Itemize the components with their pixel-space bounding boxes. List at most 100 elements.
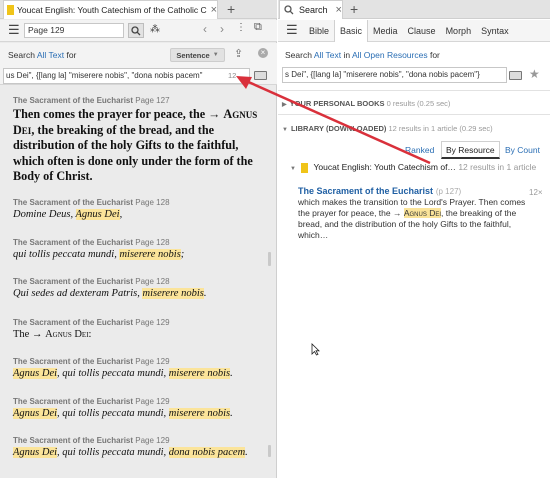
paragraph-text-rest: , the breaking of the bread, and the dis… xyxy=(13,122,253,184)
star-icon[interactable]: ★ xyxy=(529,67,540,81)
reference-page: Page 128 xyxy=(135,198,170,207)
result-reference[interactable]: The Sacrament of the Eucharist Page 129 xyxy=(13,436,170,445)
personal-books-header[interactable]: ▶ YOUR PERSONAL BOOKS 0 results (0.25 sec… xyxy=(282,99,450,108)
left-toolbar: ☰ Page 129 ⁂ ‹ › ⋮ ⧉ xyxy=(0,20,277,42)
visual-filter-icon[interactable]: ⁂ xyxy=(150,24,160,35)
page-field[interactable]: Page 129 xyxy=(24,23,124,38)
left-search-input[interactable]: us Dei", {[lang la] "miserere nobis", "d… xyxy=(3,68,250,84)
document-tab[interactable]: Youcat English: Youth Catechism of the C… xyxy=(3,0,218,19)
sentence-label: Sentence xyxy=(176,50,210,60)
result-verse: Domine Deus, Agnus Dei, xyxy=(13,209,122,220)
hamburger-menu-icon[interactable]: ☰ xyxy=(286,22,298,38)
verse-text: , qui tollis peccata mundi, xyxy=(57,368,169,379)
by-resource-button[interactable]: By Resource xyxy=(441,141,500,159)
result-reference[interactable]: The Sacrament of the Eucharist Page 127 xyxy=(13,96,170,105)
left-tab-bar: Youcat English: Youth Catechism of the C… xyxy=(0,0,277,19)
divider xyxy=(278,90,550,91)
verse-text: qui tollis peccata mundi, xyxy=(13,249,120,260)
resource-group-row[interactable]: ▼ Youcat English: Youth Catechism of… 12… xyxy=(290,162,536,173)
result-verse: Agnus Dei, qui tollis peccata mundi, mis… xyxy=(13,368,233,379)
personal-books-meta: 0 results (0.25 sec) xyxy=(386,99,451,108)
hamburger-menu-icon[interactable]: ☰ xyxy=(8,22,20,38)
new-tab-plus-icon[interactable]: + xyxy=(350,1,358,17)
all-open-resources-link[interactable]: All Open Resources xyxy=(352,50,428,60)
search-in-resource-icon[interactable] xyxy=(128,23,144,38)
tab-syntax[interactable]: Syntax xyxy=(476,20,514,42)
search-label-prefix: Search xyxy=(8,50,35,60)
snippet-line: which… xyxy=(298,230,329,240)
reference-title: The Sacrament of the Eucharist xyxy=(13,436,134,445)
reference-title: The Sacrament of the Eucharist xyxy=(13,357,134,366)
agnus-dei-link[interactable]: Agnus Dei xyxy=(45,329,88,340)
chevron-right-icon: ▶ xyxy=(282,102,287,108)
tab-basic[interactable]: Basic xyxy=(334,19,369,42)
verse-punct: , xyxy=(119,209,123,220)
verse-text: The → xyxy=(13,329,46,340)
reading-scrollbar-thumb[interactable] xyxy=(268,252,271,266)
resource-title: Youcat English: Youth Catechism of… xyxy=(313,162,456,172)
reference-page: Page 127 xyxy=(135,96,170,105)
result-verse: The → Agnus Dei: xyxy=(13,329,91,340)
new-tab-plus-icon[interactable]: + xyxy=(227,1,235,17)
keyboard-icon[interactable] xyxy=(509,71,522,80)
all-text-link[interactable]: All Text xyxy=(314,50,341,60)
library-header[interactable]: ▼ LIBRARY (DOWNLOADED) 12 results in 1 ar… xyxy=(282,124,493,133)
forward-arrow-icon[interactable]: › xyxy=(220,22,224,36)
keyboard-icon[interactable] xyxy=(254,71,267,80)
all-text-link[interactable]: All Text xyxy=(37,50,64,60)
back-arrow-icon[interactable]: ‹ xyxy=(203,22,207,36)
resource-meta: 12 results in 1 article xyxy=(458,162,537,172)
result-count: 12× xyxy=(529,188,543,197)
highlighted-match: Agnus Dei xyxy=(13,447,58,458)
search-label-suffix: for xyxy=(429,50,440,60)
reference-page: Page 129 xyxy=(135,318,170,327)
by-count-button[interactable]: By Count xyxy=(505,145,540,155)
result-reference[interactable]: The Sacrament of the Eucharist Page 128 xyxy=(13,277,170,286)
ranked-button[interactable]: Ranked xyxy=(405,145,434,155)
result-snippet: which makes the transition to the Lord's… xyxy=(298,197,538,241)
reference-title: The Sacrament of the Eucharist xyxy=(13,198,134,207)
result-verse: Agnus Dei, qui tollis peccata mundi, mis… xyxy=(13,408,233,419)
verse-text: , qui tollis peccata mundi, xyxy=(57,408,169,419)
verse-text: Domine Deus, xyxy=(13,209,76,220)
tab-bible[interactable]: Bible xyxy=(304,20,334,42)
search-label-mid: in xyxy=(343,50,351,60)
reference-page: Page 129 xyxy=(135,357,170,366)
highlighted-match: miserere nobis xyxy=(168,368,231,379)
reading-scrollbar-thumb-lower[interactable] xyxy=(268,445,271,457)
result-reference[interactable]: The Sacrament of the Eucharist Page 128 xyxy=(13,238,170,247)
snippet-line: which makes the transition to the Lord's… xyxy=(298,197,526,207)
clear-search-icon[interactable]: × xyxy=(258,48,268,58)
sentence-dropdown[interactable]: Sentence ▼ xyxy=(170,48,225,62)
chevron-down-icon: ▼ xyxy=(282,127,288,133)
tab-morph[interactable]: Morph xyxy=(441,20,477,42)
search-type-tabs: ☰ Bible Basic Media Clause Morph Syntax xyxy=(278,19,550,42)
highlighted-match: Agnus Dei xyxy=(75,209,120,220)
search-tab[interactable]: Search × xyxy=(279,0,343,19)
search-result-item[interactable]: The Sacrament of the Eucharist (p 127) xyxy=(298,186,461,197)
result-title[interactable]: The Sacrament of the Eucharist xyxy=(298,186,433,196)
book-icon xyxy=(301,162,309,173)
tab-media[interactable]: Media xyxy=(368,20,403,42)
share-icon[interactable]: ⇪ xyxy=(234,47,243,60)
search-label-suffix: for xyxy=(66,50,77,60)
chevron-down-icon: ▼ xyxy=(212,52,219,58)
highlighted-match: miserere nobis xyxy=(142,288,204,299)
reference-title: The Sacrament of the Eucharist xyxy=(13,277,134,286)
close-tab-icon[interactable]: × xyxy=(211,4,217,16)
reference-title: The Sacrament of the Eucharist xyxy=(13,318,134,327)
reference-title: The Sacrament of the Eucharist xyxy=(13,397,134,406)
result-reference[interactable]: The Sacrament of the Eucharist Page 129 xyxy=(13,357,170,366)
panel-layout-icon[interactable]: ⧉ xyxy=(254,21,262,34)
result-reference[interactable]: The Sacrament of the Eucharist Page 128 xyxy=(13,198,170,207)
panel-menu-icon[interactable]: ⋮ xyxy=(236,22,246,33)
result-reference[interactable]: The Sacrament of the Eucharist Page 129 xyxy=(13,397,170,406)
tab-clause[interactable]: Clause xyxy=(403,20,441,42)
right-search-input[interactable]: s Dei", {[lang la] "miserere nobis", "do… xyxy=(282,67,507,83)
close-tab-icon[interactable]: × xyxy=(336,4,342,16)
result-reference[interactable]: The Sacrament of the Eucharist Page 129 xyxy=(13,318,170,327)
highlighted-match: miserere nobis xyxy=(119,249,181,260)
highlighted-match: miserere nobis xyxy=(168,408,231,419)
mouse-cursor-icon xyxy=(311,343,320,356)
search-tab-title: Search xyxy=(299,5,328,15)
